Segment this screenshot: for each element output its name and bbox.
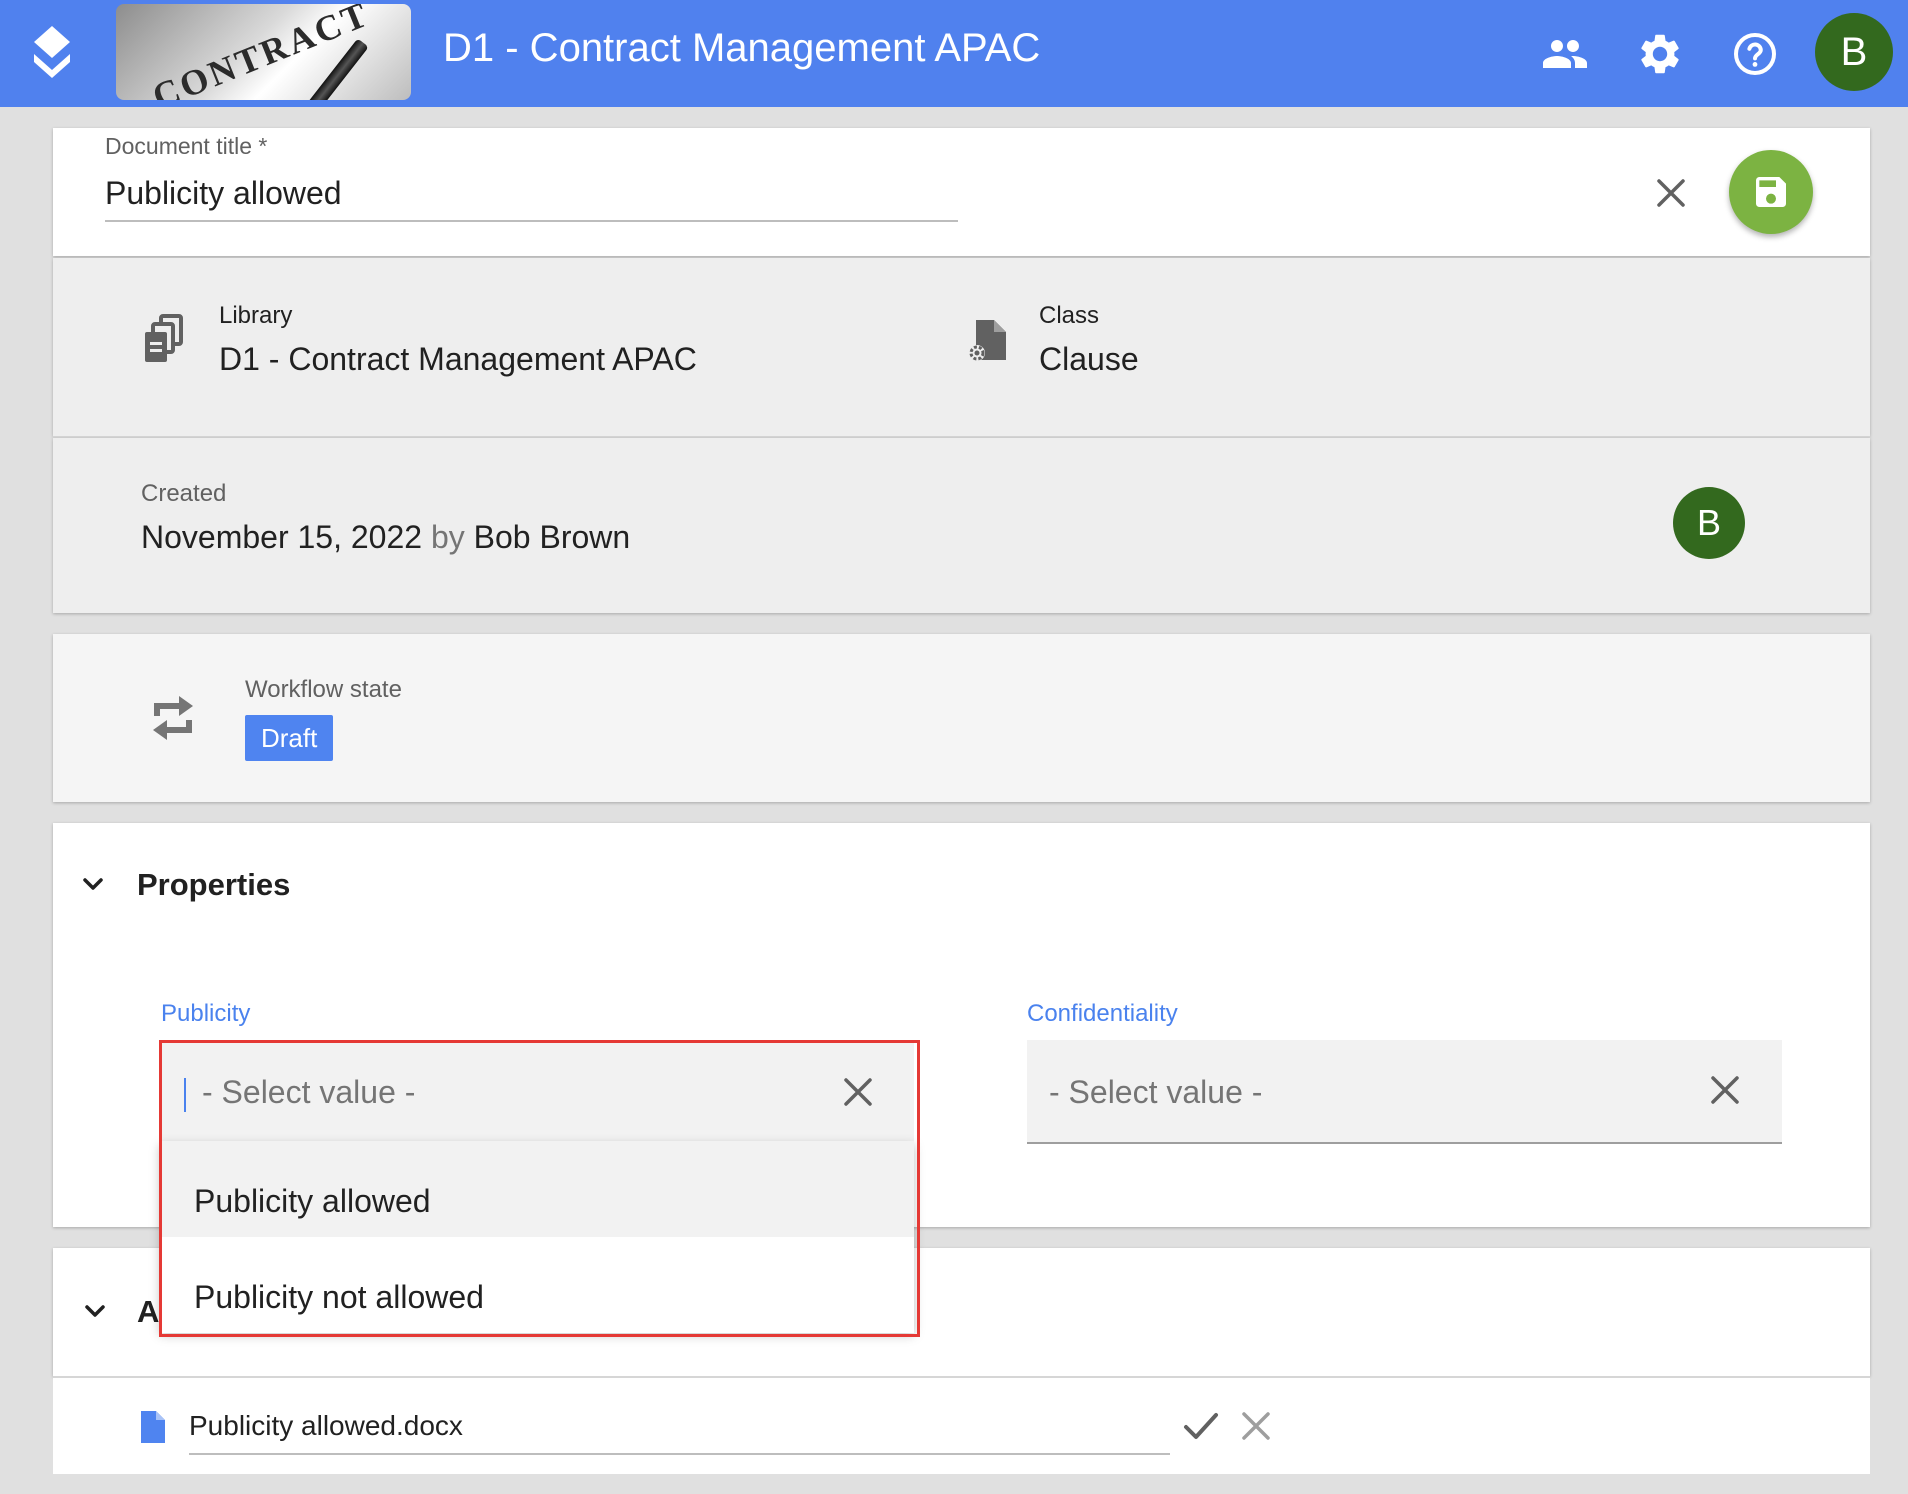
confidentiality-label: Confidentiality — [1027, 1000, 1178, 1027]
created-label: Created — [141, 480, 227, 507]
created-by-word: by — [430, 519, 465, 555]
created-date: November 15, 2022 — [141, 519, 423, 555]
file-name-underline — [189, 1453, 1170, 1455]
library-value: D1 - Contract Management APAC — [219, 341, 697, 377]
text-cursor — [184, 1078, 186, 1112]
library-banner-image: CONTRACT — [116, 4, 411, 100]
creator-avatar[interactable]: B — [1673, 487, 1745, 559]
help-icon[interactable] — [1731, 30, 1779, 78]
properties-title[interactable]: Properties — [137, 867, 290, 903]
option-label: Publicity not allowed — [194, 1279, 484, 1315]
publicity-select[interactable]: - Select value - — [160, 1040, 914, 1145]
settings-gear-icon[interactable] — [1636, 30, 1684, 78]
users-icon[interactable] — [1541, 30, 1589, 78]
banner-text: CONTRACT — [146, 4, 376, 100]
workflow-sync-icon — [153, 696, 193, 740]
attachments-chevron-down-icon[interactable] — [80, 1297, 110, 1327]
document-title-input[interactable]: Publicity allowed — [105, 175, 342, 212]
confidentiality-select[interactable]: - Select value - — [1027, 1040, 1782, 1144]
cancel-rename-icon[interactable] — [1238, 1408, 1274, 1444]
created-info: November 15, 2022 by Bob Brown — [141, 519, 630, 556]
workflow-state-chip: Draft — [245, 715, 334, 761]
top-app-bar: CONTRACT D1 - Contract Management APAC B — [0, 0, 1908, 107]
library-label: Library — [219, 302, 293, 329]
chevron-down-icon[interactable] — [78, 870, 108, 900]
class-label: Class — [1039, 302, 1100, 329]
library-icon — [145, 314, 183, 362]
user-avatar[interactable]: B — [1815, 13, 1893, 91]
confirm-check-icon[interactable] — [1182, 1409, 1220, 1443]
save-button[interactable] — [1729, 150, 1813, 234]
save-icon — [1756, 177, 1786, 207]
class-value: Clause — [1039, 341, 1139, 377]
clear-confidentiality-icon[interactable] — [1707, 1072, 1743, 1108]
app-logo-icon[interactable] — [26, 24, 78, 80]
created-by-user: Bob Brown — [473, 519, 631, 555]
option-label: Publicity allowed — [194, 1183, 431, 1219]
file-name-input[interactable]: Publicity allowed.docx — [189, 1410, 463, 1442]
clear-title-icon[interactable] — [1653, 175, 1689, 211]
clear-publicity-icon[interactable] — [840, 1074, 876, 1110]
document-class-icon — [969, 320, 1006, 361]
publicity-placeholder: - Select value - — [202, 1074, 416, 1110]
workflow-label: Workflow state — [245, 676, 402, 703]
confidentiality-placeholder: - Select value - — [1049, 1074, 1263, 1110]
document-title-underline — [105, 220, 958, 222]
app-title: D1 - Contract Management APAC — [443, 26, 1041, 70]
publicity-dropdown-menu: Publicity allowed Publicity not allowed — [160, 1141, 914, 1333]
document-title-label: Document title * — [105, 133, 268, 159]
file-icon — [141, 1411, 165, 1443]
attachments-title[interactable]: A — [137, 1294, 159, 1330]
dropdown-option-publicity-allowed[interactable]: Publicity allowed — [160, 1141, 914, 1237]
dropdown-option-publicity-not-allowed[interactable]: Publicity not allowed — [160, 1237, 914, 1333]
publicity-label: Publicity — [161, 1000, 251, 1027]
